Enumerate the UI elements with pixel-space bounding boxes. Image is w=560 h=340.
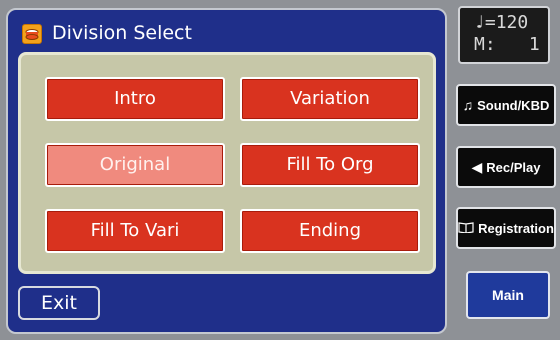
sound-kbd-label: Sound/KBD	[477, 97, 550, 113]
registration-button[interactable]: Registration	[456, 207, 556, 249]
exit-button[interactable]: Exit	[18, 286, 100, 320]
dialog-title: Division Select	[52, 22, 192, 44]
division-button-ending[interactable]: Ending	[240, 209, 420, 253]
main-button[interactable]: Main	[466, 271, 550, 319]
measure-prefix: M:	[474, 34, 496, 55]
drum-icon	[22, 24, 42, 44]
measure-value: 1	[528, 34, 540, 55]
division-select-dialog: Division Select Intro Variation Original…	[6, 8, 447, 334]
division-button-fill-to-org[interactable]: Fill To Org	[240, 143, 420, 187]
sound-kbd-button[interactable]: ♫ Sound/KBD	[456, 84, 556, 126]
tempo-value: 120	[495, 12, 529, 33]
division-button-original[interactable]: Original	[45, 143, 225, 187]
rec-play-label: Rec/Play	[486, 159, 541, 175]
screen: Division Select Intro Variation Original…	[0, 0, 560, 340]
division-button-variation[interactable]: Variation	[240, 77, 420, 121]
speaker-icon: ◀	[471, 158, 483, 175]
division-grid: Intro Variation Original Fill To Org Fil…	[18, 52, 436, 274]
registration-label: Registration	[478, 220, 554, 236]
music-note-icon: ♫	[462, 97, 474, 113]
rec-play-button[interactable]: ◀ Rec/Play	[456, 146, 556, 188]
division-button-fill-to-vari[interactable]: Fill To Vari	[45, 209, 225, 253]
division-button-intro[interactable]: Intro	[45, 77, 225, 121]
book-icon	[458, 220, 474, 236]
tempo-display: ♩=120 M: 1	[458, 6, 550, 64]
tempo-prefix: ♩=	[474, 12, 496, 33]
